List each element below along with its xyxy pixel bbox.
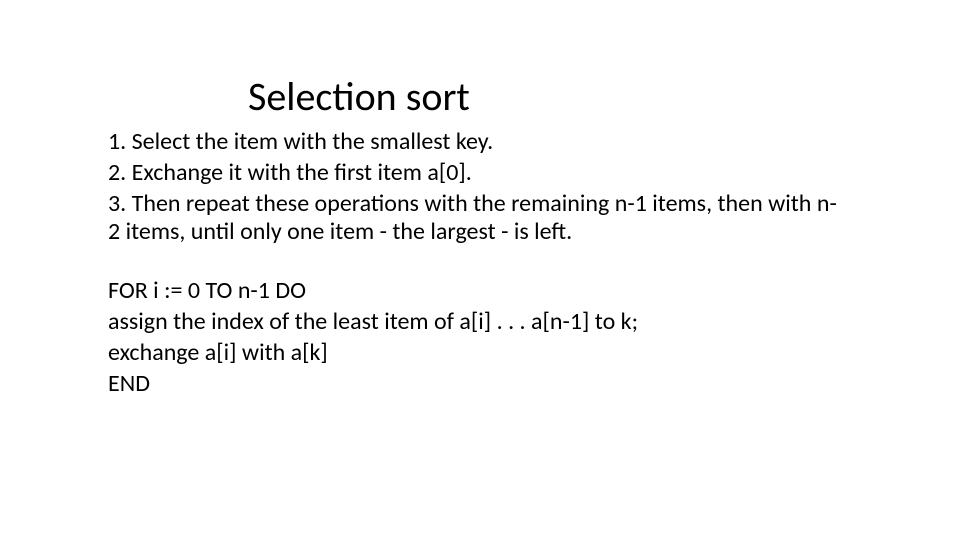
step-2: 2. Exchange it with the first item a[0]. [108, 159, 848, 188]
step-3: 3. Then repeat these operations with the… [108, 190, 848, 248]
slide-title: Selection sort [248, 72, 470, 121]
slide-body: 1. Select the item with the smallest key… [108, 128, 848, 400]
pseudocode-line-3: exchange a[i] with a[k] [108, 339, 848, 368]
pseudocode-line-2: assign the index of the least item of a[… [108, 308, 848, 337]
spacer [108, 249, 848, 277]
pseudocode-line-1: FOR i := 0 TO n-1 DO [108, 277, 848, 306]
pseudocode-line-4: END [108, 370, 848, 399]
step-1: 1. Select the item with the smallest key… [108, 128, 848, 157]
slide: Selection sort 1. Select the item with t… [0, 0, 960, 540]
